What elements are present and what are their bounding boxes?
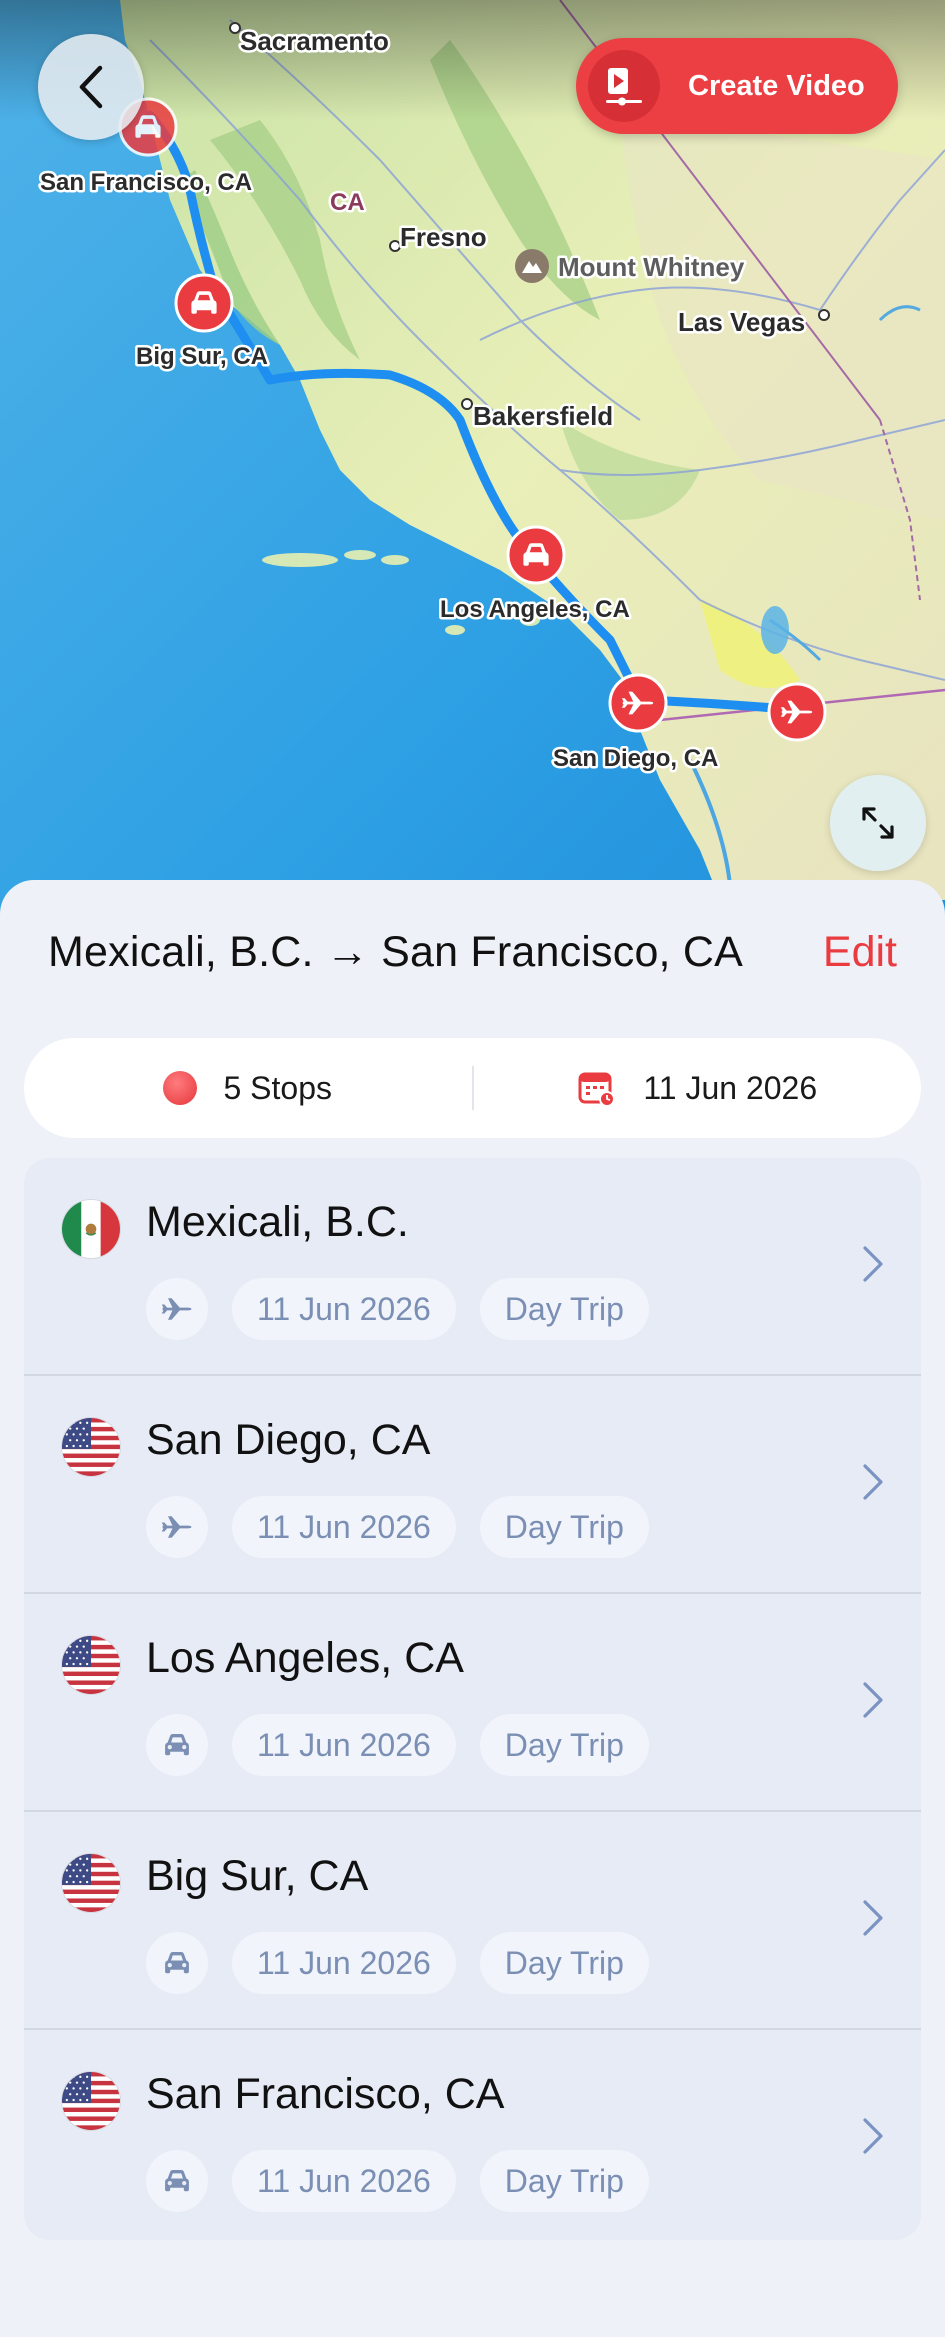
map-label-san-francisco: San Francisco, CA	[40, 169, 252, 196]
create-video-label: Create Video	[688, 69, 865, 102]
edit-button[interactable]: Edit	[823, 928, 897, 977]
plane-icon	[146, 1278, 208, 1340]
map-marker-big-sur[interactable]	[174, 273, 234, 333]
stop-name: Big Sur, CA	[146, 1852, 369, 1900]
chevron-right-icon	[861, 1244, 885, 1284]
usa-flag-icon	[62, 1418, 120, 1476]
stop-date-pill: 11 Jun 2026	[232, 1278, 456, 1340]
stop-date-pill: 11 Jun 2026	[232, 1714, 456, 1776]
map-label-los-angeles: Los Angeles, CA	[440, 596, 630, 623]
map-label-fresno: Fresno	[400, 222, 487, 252]
create-video-button[interactable]: Create Video	[576, 38, 898, 134]
map-label-mount-whitney: Mount Whitney	[558, 252, 745, 282]
stop-name: San Francisco, CA	[146, 2070, 505, 2118]
stop-duration-pill: Day Trip	[479, 1932, 649, 1994]
trip-title: Mexicali, B.C. → San Francisco, CA	[48, 928, 743, 976]
stop-duration-pill: Day Trip	[479, 2150, 649, 2212]
stops-list: Mexicali, B.C. 11 Jun 2026 Day Trip San …	[24, 1158, 921, 2240]
stop-row-san-diego[interactable]: San Diego, CA 11 Jun 2026 Day Trip	[24, 1376, 921, 1594]
stop-row-los-angeles[interactable]: Los Angeles, CA 11 Jun 2026 Day Trip	[24, 1594, 921, 1812]
usa-flag-icon	[62, 1854, 120, 1912]
car-icon	[146, 2150, 208, 2212]
map-canvas: Sacramento San Francisco, CA CA Fresno M…	[0, 0, 945, 940]
trip-date-label: 11 Jun 2026	[643, 1069, 818, 1106]
map-label-las-vegas: Las Vegas	[678, 307, 805, 337]
chevron-left-icon	[79, 65, 103, 109]
car-icon	[146, 1932, 208, 1994]
map-label-san-diego: San Diego, CA	[553, 745, 718, 772]
car-icon	[146, 1714, 208, 1776]
map-label-ca: CA	[330, 189, 365, 216]
stop-row-mexicali[interactable]: Mexicali, B.C. 11 Jun 2026 Day Trip	[24, 1158, 921, 1376]
map-label-sacramento: Sacramento	[240, 26, 389, 56]
stop-duration-pill: Day Trip	[479, 1278, 649, 1340]
map-marker-mexicali[interactable]	[767, 682, 827, 742]
mexico-flag-icon	[62, 1200, 120, 1258]
trip-sheet: Mexicali, B.C. → San Francisco, CA Edit …	[0, 880, 945, 2337]
chevron-right-icon	[861, 1680, 885, 1720]
stops-dot-icon	[163, 1071, 198, 1105]
stop-date-pill: 11 Jun 2026	[232, 1496, 456, 1558]
usa-flag-icon	[62, 1636, 120, 1694]
video-play-icon	[588, 50, 660, 122]
map-label-big-sur: Big Sur, CA	[136, 343, 268, 370]
chevron-right-icon	[861, 1462, 885, 1502]
map-marker-los-angeles[interactable]	[506, 525, 566, 585]
back-button[interactable]	[38, 34, 144, 140]
stop-name: Los Angeles, CA	[146, 1634, 464, 1682]
expand-map-button[interactable]	[830, 775, 926, 871]
stop-duration-pill: Day Trip	[479, 1714, 649, 1776]
trip-summary: 5 Stops 11 Jun 2026	[24, 1038, 921, 1138]
plane-icon	[146, 1496, 208, 1558]
map-label-bakersfield: Bakersfield	[473, 401, 613, 431]
stops-label: 5 Stops	[223, 1069, 332, 1106]
stop-date-pill: 11 Jun 2026	[232, 2150, 456, 2212]
chevron-right-icon	[861, 1898, 885, 1938]
stop-date-pill: 11 Jun 2026	[232, 1932, 456, 1994]
stop-row-big-sur[interactable]: Big Sur, CA 11 Jun 2026 Day Trip	[24, 1812, 921, 2030]
trip-date: 11 Jun 2026	[474, 1068, 922, 1108]
route-map[interactable]: Sacramento San Francisco, CA CA Fresno M…	[0, 0, 945, 940]
stop-name: San Diego, CA	[146, 1416, 431, 1464]
stop-duration-pill: Day Trip	[479, 1496, 649, 1558]
expand-arrows-icon	[862, 807, 894, 839]
stop-name: Mexicali, B.C.	[146, 1198, 409, 1246]
usa-flag-icon	[62, 2072, 120, 2130]
calendar-icon	[578, 1072, 616, 1107]
chevron-right-icon	[861, 2116, 885, 2156]
stop-row-san-francisco[interactable]: San Francisco, CA 11 Jun 2026 Day Trip	[24, 2030, 921, 2240]
map-marker-san-diego[interactable]	[608, 673, 668, 733]
stops-count: 5 Stops	[24, 1070, 472, 1107]
